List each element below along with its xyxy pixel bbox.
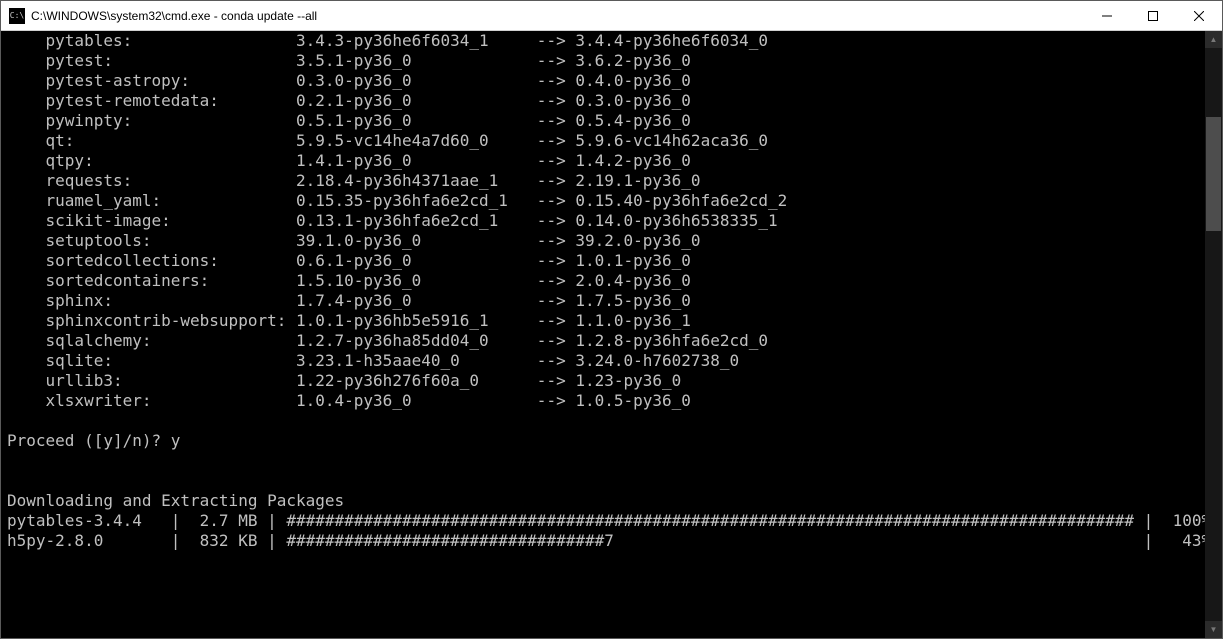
window-title: C:\WINDOWS\system32\cmd.exe - conda upda… (31, 9, 1084, 23)
minimize-button[interactable] (1084, 1, 1130, 30)
scroll-up-arrow-icon[interactable]: ▲ (1205, 31, 1222, 48)
terminal-output[interactable]: pytables: 3.4.3-py36he6f6034_1 --> 3.4.4… (1, 31, 1205, 638)
close-button[interactable] (1176, 1, 1222, 30)
cmd-icon: C:\ (9, 8, 25, 24)
scrollbar-thumb[interactable] (1206, 117, 1221, 232)
scrollbar[interactable]: ▲ ▼ (1205, 31, 1222, 638)
terminal-area: pytables: 3.4.3-py36he6f6034_1 --> 3.4.4… (1, 31, 1222, 638)
cmd-window: C:\ C:\WINDOWS\system32\cmd.exe - conda … (0, 0, 1223, 639)
maximize-button[interactable] (1130, 1, 1176, 30)
scroll-down-arrow-icon[interactable]: ▼ (1205, 621, 1222, 638)
scrollbar-track[interactable] (1205, 48, 1222, 621)
titlebar[interactable]: C:\ C:\WINDOWS\system32\cmd.exe - conda … (1, 1, 1222, 31)
window-controls (1084, 1, 1222, 30)
